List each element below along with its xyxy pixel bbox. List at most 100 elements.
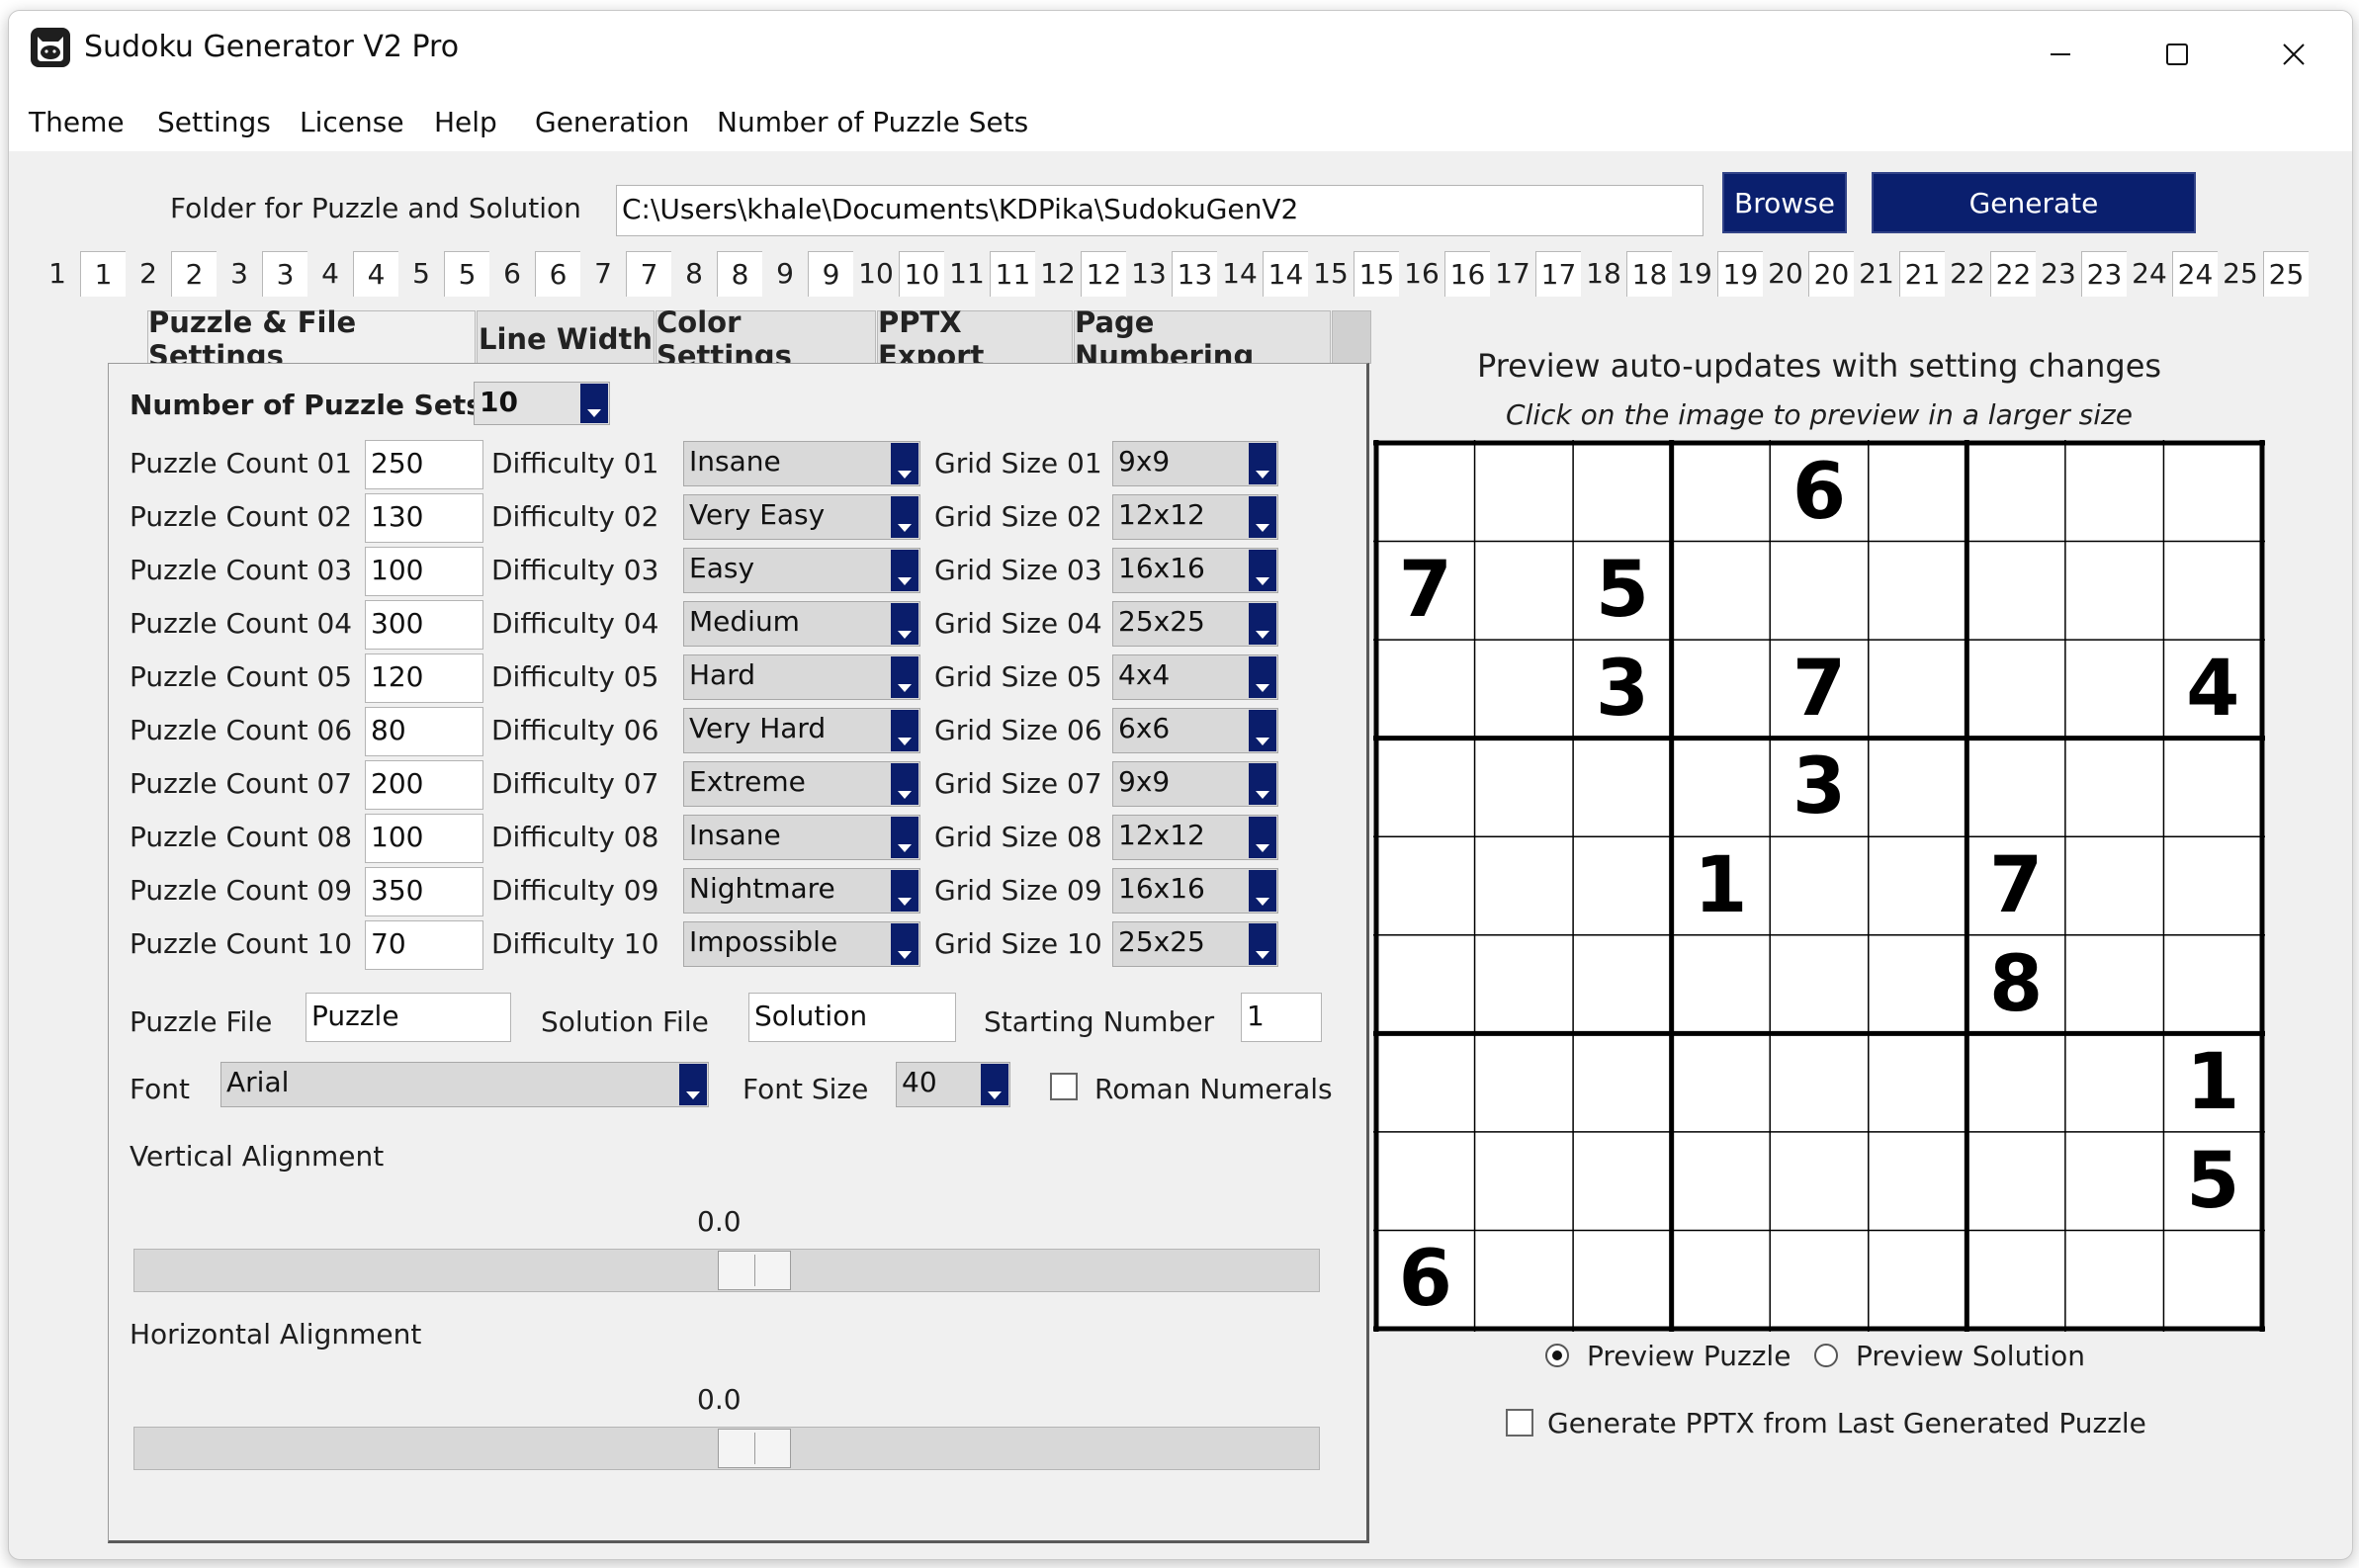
menu-settings[interactable]: Settings bbox=[157, 106, 271, 138]
tab-page-numbering[interactable]: Page Numbering bbox=[1074, 305, 1331, 373]
difficulty-dropdown[interactable]: Nightmare bbox=[683, 868, 920, 914]
grid-size-dropdown[interactable]: 25x25 bbox=[1112, 921, 1278, 967]
puzzle-count-input[interactable]: 70 bbox=[365, 920, 483, 970]
menu-help[interactable]: Help bbox=[434, 106, 497, 138]
menu-number-of-puzzle-sets[interactable]: Number of Puzzle Sets bbox=[717, 106, 1028, 138]
horizontal-alignment-slider[interactable] bbox=[133, 1427, 1320, 1470]
set-tab[interactable]: 12 bbox=[1035, 251, 1081, 297]
set-tab[interactable]: 3 bbox=[262, 251, 307, 297]
set-tab[interactable]: 16 bbox=[1399, 251, 1444, 297]
set-tab[interactable]: 24 bbox=[2127, 251, 2172, 297]
menu-theme[interactable]: Theme bbox=[29, 106, 125, 138]
grid-size-dropdown[interactable]: 4x4 bbox=[1112, 654, 1278, 700]
menu-generation[interactable]: Generation bbox=[535, 106, 689, 138]
tab-pptx-export[interactable]: PPTX Export bbox=[877, 305, 1073, 373]
set-tab[interactable]: 16 bbox=[1444, 251, 1490, 297]
set-tab[interactable]: 2 bbox=[171, 251, 217, 297]
set-tab[interactable]: 5 bbox=[398, 251, 444, 297]
set-tab[interactable]: 21 bbox=[1854, 251, 1899, 297]
set-tab[interactable]: 21 bbox=[1899, 251, 1945, 297]
set-tab[interactable]: 1 bbox=[80, 251, 126, 297]
set-tab[interactable]: 10 bbox=[899, 251, 944, 297]
preview-solution-radio[interactable] bbox=[1814, 1344, 1838, 1367]
puzzle-count-input[interactable]: 100 bbox=[365, 547, 483, 596]
set-tab[interactable]: 9 bbox=[808, 251, 853, 297]
set-tab[interactable]: 11 bbox=[944, 251, 990, 297]
set-tab[interactable]: 8 bbox=[671, 251, 717, 297]
menu-license[interactable]: License bbox=[300, 106, 404, 138]
close-button[interactable] bbox=[2235, 11, 2352, 98]
difficulty-dropdown[interactable]: Hard bbox=[683, 654, 920, 700]
set-tab[interactable]: 6 bbox=[489, 251, 535, 297]
difficulty-dropdown[interactable]: Impossible bbox=[683, 921, 920, 967]
set-tab[interactable]: 5 bbox=[444, 251, 489, 297]
puzzle-file-input[interactable]: Puzzle bbox=[306, 993, 511, 1042]
vertical-slider-handle[interactable] bbox=[718, 1251, 791, 1290]
set-tab[interactable]: 13 bbox=[1172, 251, 1217, 297]
set-tab[interactable]: 12 bbox=[1081, 251, 1126, 297]
minimize-button[interactable] bbox=[2002, 11, 2119, 98]
set-tab[interactable]: 14 bbox=[1263, 251, 1308, 297]
grid-size-dropdown[interactable]: 6x6 bbox=[1112, 708, 1278, 753]
set-tab[interactable]: 23 bbox=[2081, 251, 2127, 297]
puzzle-count-input[interactable]: 250 bbox=[365, 440, 483, 489]
horizontal-slider-handle[interactable] bbox=[718, 1429, 791, 1468]
set-tab[interactable]: 15 bbox=[1308, 251, 1354, 297]
set-tab[interactable]: 3 bbox=[217, 251, 262, 297]
set-tab[interactable]: 17 bbox=[1535, 251, 1581, 297]
puzzle-count-input[interactable]: 300 bbox=[365, 600, 483, 650]
generate-pptx-checkbox[interactable] bbox=[1506, 1409, 1533, 1437]
number-of-sets-dropdown[interactable]: 10 bbox=[474, 382, 610, 425]
grid-size-dropdown[interactable]: 12x12 bbox=[1112, 815, 1278, 860]
set-tab[interactable]: 13 bbox=[1126, 251, 1172, 297]
set-tab[interactable]: 25 bbox=[2263, 251, 2309, 297]
set-tab[interactable]: 14 bbox=[1217, 251, 1263, 297]
puzzle-count-input[interactable]: 350 bbox=[365, 867, 483, 916]
set-tab[interactable]: 6 bbox=[535, 251, 580, 297]
set-tab[interactable]: 19 bbox=[1672, 251, 1717, 297]
set-tab[interactable]: 18 bbox=[1581, 251, 1626, 297]
font-dropdown[interactable]: Arial bbox=[220, 1062, 709, 1107]
set-tab[interactable]: 4 bbox=[353, 251, 398, 297]
grid-size-dropdown[interactable]: 12x12 bbox=[1112, 494, 1278, 540]
set-tab[interactable]: 25 bbox=[2218, 251, 2263, 297]
generate-button[interactable]: Generate bbox=[1872, 172, 2196, 233]
set-tab[interactable]: 2 bbox=[126, 251, 171, 297]
difficulty-dropdown[interactable]: Insane bbox=[683, 441, 920, 486]
set-tab[interactable]: 20 bbox=[1808, 251, 1854, 297]
set-tab[interactable]: 10 bbox=[853, 251, 899, 297]
set-tab[interactable]: 18 bbox=[1626, 251, 1672, 297]
puzzle-count-input[interactable]: 100 bbox=[365, 814, 483, 863]
set-tab[interactable]: 15 bbox=[1354, 251, 1399, 297]
starting-number-input[interactable]: 1 bbox=[1241, 993, 1322, 1042]
roman-numerals-checkbox[interactable] bbox=[1050, 1073, 1078, 1100]
puzzle-count-input[interactable]: 130 bbox=[365, 493, 483, 543]
difficulty-dropdown[interactable]: Very Hard bbox=[683, 708, 920, 753]
set-tab[interactable]: 19 bbox=[1717, 251, 1763, 297]
difficulty-dropdown[interactable]: Extreme bbox=[683, 761, 920, 807]
set-tab[interactable]: 7 bbox=[626, 251, 671, 297]
grid-size-dropdown[interactable]: 25x25 bbox=[1112, 601, 1278, 647]
grid-size-dropdown[interactable]: 16x16 bbox=[1112, 868, 1278, 914]
font-size-dropdown[interactable]: 40 bbox=[896, 1062, 1010, 1107]
grid-size-dropdown[interactable]: 9x9 bbox=[1112, 441, 1278, 486]
maximize-button[interactable] bbox=[2119, 11, 2235, 98]
difficulty-dropdown[interactable]: Medium bbox=[683, 601, 920, 647]
sudoku-preview-image[interactable]: 6753743178156 bbox=[1373, 440, 2265, 1332]
set-tab[interactable]: 4 bbox=[307, 251, 353, 297]
difficulty-dropdown[interactable]: Very Easy bbox=[683, 494, 920, 540]
set-tab[interactable]: 7 bbox=[580, 251, 626, 297]
preview-puzzle-radio[interactable] bbox=[1545, 1344, 1569, 1367]
grid-size-dropdown[interactable]: 16x16 bbox=[1112, 548, 1278, 593]
set-tab[interactable]: 8 bbox=[717, 251, 762, 297]
set-tab[interactable]: 20 bbox=[1763, 251, 1808, 297]
set-tab[interactable]: 9 bbox=[762, 251, 808, 297]
difficulty-dropdown[interactable]: Easy bbox=[683, 548, 920, 593]
puzzle-count-input[interactable]: 120 bbox=[365, 653, 483, 703]
set-tab[interactable]: 11 bbox=[990, 251, 1035, 297]
set-tab[interactable]: 24 bbox=[2172, 251, 2218, 297]
set-tab[interactable]: 17 bbox=[1490, 251, 1535, 297]
folder-path-field[interactable]: C:\Users\khale\Documents\KDPika\SudokuGe… bbox=[616, 185, 1704, 236]
set-tab[interactable]: 22 bbox=[1945, 251, 1990, 297]
set-tab[interactable]: 22 bbox=[1990, 251, 2036, 297]
